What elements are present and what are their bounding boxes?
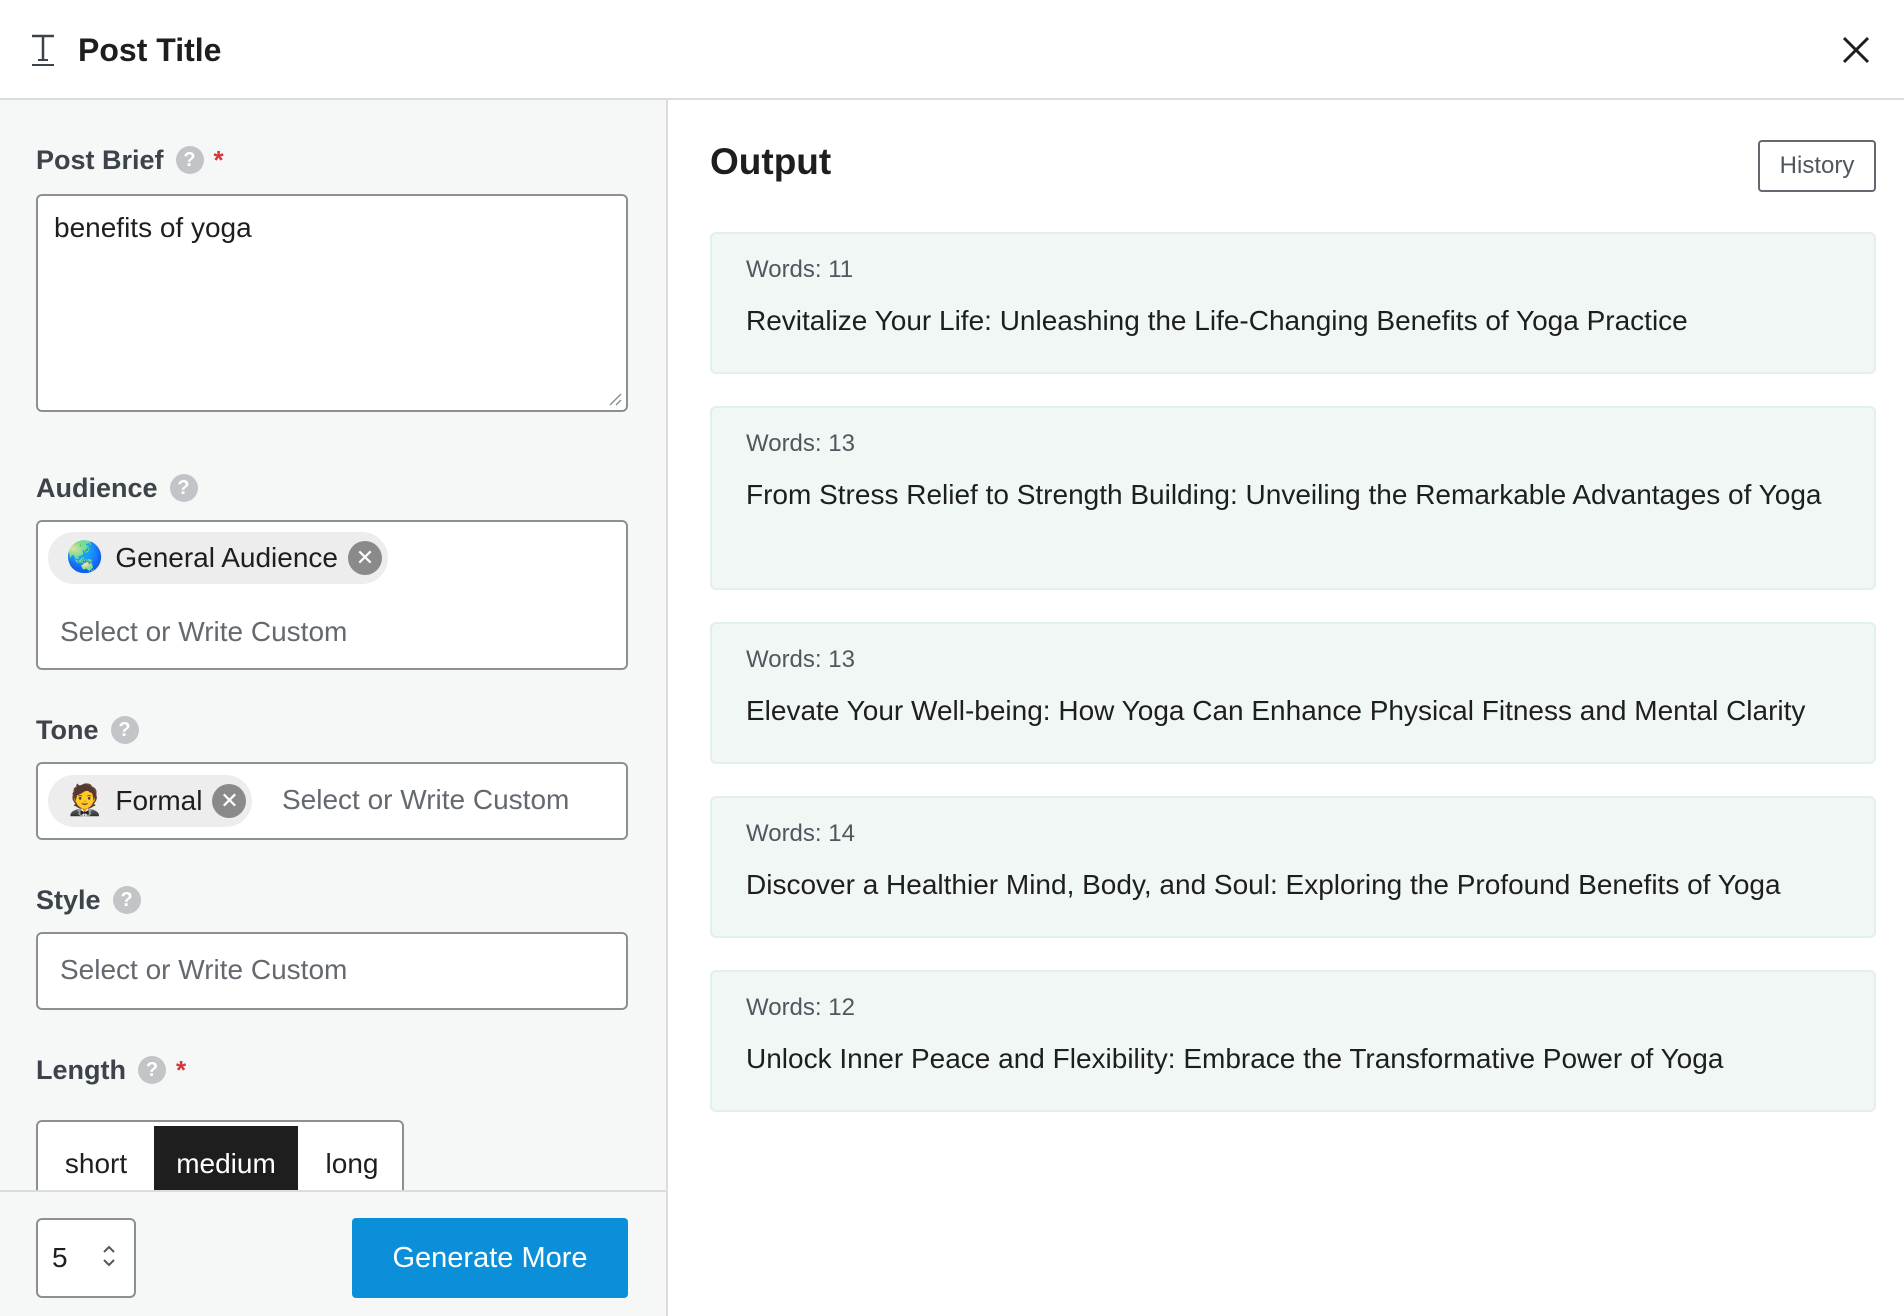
tone-input[interactable]: Select or Write Custom [282,784,569,816]
result-text: Unlock Inner Peace and Flexibility: Embr… [746,1043,1724,1074]
tone-select[interactable]: 🤵 Formal ✕ Select or Write Custom [36,762,628,840]
tone-chip: 🤵 Formal ✕ [48,775,253,827]
result-text: From Stress Relief to Strength Building:… [746,479,1822,510]
output-title: Output [710,141,832,182]
tone-label: Tone ? [36,712,139,748]
post-brief-label: Post Brief ? * [36,142,224,178]
result-card[interactable]: Words: 13 Elevate Your Well-being: How Y… [710,622,1876,764]
remove-chip-icon[interactable]: ✕ [212,784,247,818]
audience-select[interactable]: 🌏 General Audience ✕ Select or Write Cus… [36,520,628,670]
result-card[interactable]: Words: 11 Revitalize Your Life: Unleashi… [710,232,1876,374]
audience-label: Audience ? [36,470,198,506]
result-card[interactable]: Words: 12 Unlock Inner Peace and Flexibi… [710,970,1876,1112]
length-option-short[interactable]: short [38,1126,154,1198]
help-icon[interactable]: ? [112,886,141,914]
generate-more-button[interactable]: Generate More [352,1218,628,1298]
post-brief-textarea[interactable]: benefits of yoga [36,194,628,412]
modal-header: Post Title [0,0,1904,100]
post-brief-value: benefits of yoga [54,212,252,243]
length-label: Length ? * [36,1052,186,1088]
output-panel: Output History Words: 11 Revitalize Your… [668,100,1904,1316]
style-label: Style ? [36,882,141,918]
required-mark: * [175,1055,187,1085]
audience-chip: 🌏 General Audience ✕ [48,532,388,584]
count-value: 5 [52,1242,68,1273]
audience-input[interactable]: Select or Write Custom [60,616,347,648]
required-mark: * [213,145,224,175]
count-stepper[interactable]: 5 [36,1218,136,1298]
length-option-medium[interactable]: medium [154,1126,298,1198]
person-in-tuxedo-icon: 🤵 [66,784,104,817]
form-panel: Post Brief ? * benefits of yoga Audience… [0,100,668,1316]
help-icon[interactable]: ? [110,716,139,744]
result-card[interactable]: Words: 14 Discover a Healthier Mind, Bod… [710,796,1876,938]
resize-handle-icon[interactable] [608,392,622,406]
word-count: Words: 12 [746,994,855,1021]
globe-icon: 🌏 [66,541,104,574]
word-count: Words: 13 [746,646,855,673]
result-card[interactable]: Words: 13 From Stress Relief to Strength… [710,406,1876,590]
length-option-long[interactable]: long [298,1126,402,1198]
form-footer: 5 Generate More [0,1190,666,1316]
word-count: Words: 14 [746,820,855,847]
help-icon[interactable]: ? [175,146,204,174]
help-icon[interactable]: ? [169,474,198,502]
text-type-icon [32,34,54,66]
word-count: Words: 13 [746,430,855,457]
length-segmented-control: short medium long [36,1120,404,1200]
word-count: Words: 11 [746,256,854,283]
style-select[interactable]: Select or Write Custom [36,932,628,1010]
style-input[interactable]: Select or Write Custom [60,954,347,986]
result-text: Revitalize Your Life: Unleashing the Lif… [746,305,1688,336]
history-button[interactable]: History [1758,140,1876,192]
result-text: Discover a Healthier Mind, Body, and Sou… [746,869,1781,900]
modal-title: Post Title [78,32,222,68]
result-text: Elevate Your Well-being: How Yoga Can En… [746,695,1806,726]
remove-chip-icon[interactable]: ✕ [347,541,382,575]
close-icon[interactable] [1836,30,1876,70]
spinner-arrows-icon[interactable] [98,1240,120,1272]
help-icon[interactable]: ? [137,1056,166,1084]
